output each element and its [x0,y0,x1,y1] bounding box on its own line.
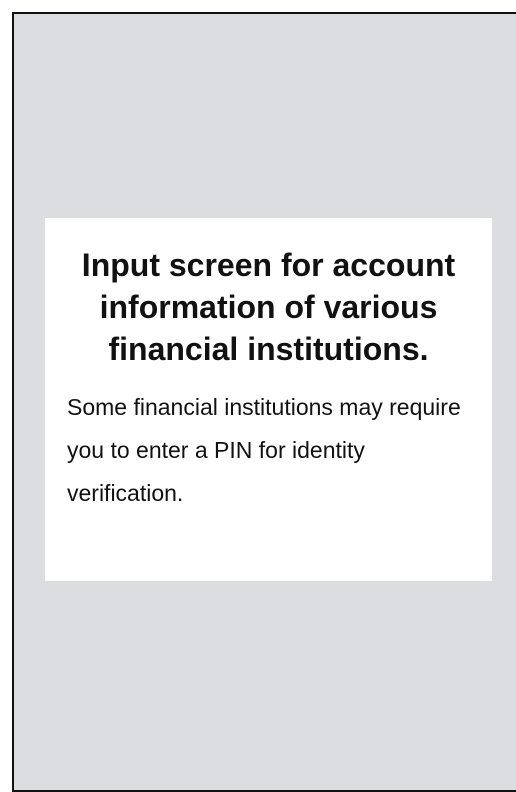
info-card-description: Some financial institutions may require … [67,394,461,506]
screen-frame: Input screen for account information of … [12,12,516,792]
info-card-title: Input screen for account information of … [81,247,456,367]
info-card: Input screen for account information of … [45,218,492,581]
